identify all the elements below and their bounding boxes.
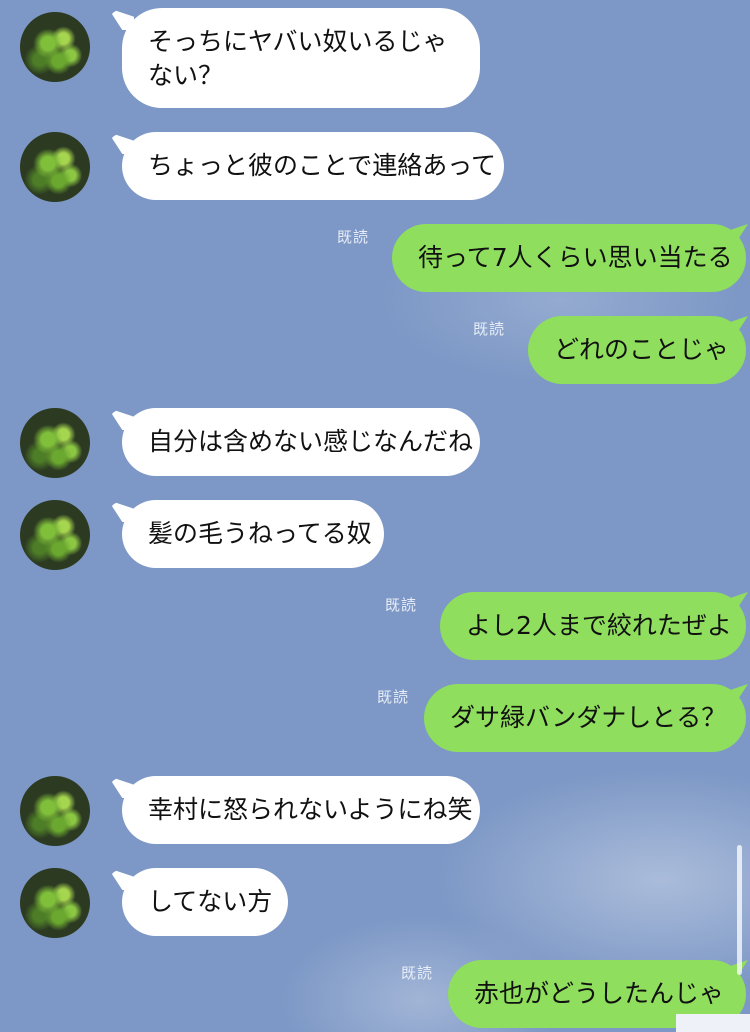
read-receipt: 既読 [377,688,410,706]
input-area-edge [676,1014,750,1032]
contact-avatar[interactable] [20,12,90,82]
message-text: 待って7人くらい思い当たる [418,243,733,272]
contact-avatar[interactable] [20,868,90,938]
read-receipt: 既読 [473,320,506,338]
message-bubble-outgoing[interactable]: よし2人まで絞れたぜよ [440,592,746,660]
message-text: 赤也がどうしたんじゃ [474,979,725,1008]
contact-avatar[interactable] [20,408,90,478]
read-receipt: 既読 [385,596,418,614]
message-bubble-incoming[interactable]: 幸村に怒られないようにね笑 [122,776,480,844]
message-bubble-outgoing[interactable]: 待って7人くらい思い当たる [392,224,746,292]
contact-avatar[interactable] [20,500,90,570]
message-bubble-outgoing[interactable]: どれのことじゃ [528,316,746,384]
read-receipt: 既読 [337,228,370,246]
scrollbar[interactable] [737,845,742,975]
message-text: 髪の毛うねってる奴 [148,519,372,548]
message-bubble-outgoing[interactable]: ダサ緑バンダナしとる？ [424,684,746,752]
chat-message-list[interactable]: そっちにヤバい奴いるじゃない？ ちょっと彼のことで連絡あって 既読 待って7人く… [0,0,750,1032]
contact-avatar[interactable] [20,132,90,202]
message-text: どれのことじゃ [554,335,730,364]
read-receipt: 既読 [401,964,434,982]
message-bubble-incoming[interactable]: そっちにヤバい奴いるじゃない？ [122,8,480,108]
message-text: 幸村に怒られないようにね笑 [148,795,473,824]
message-text: してない方 [148,887,273,916]
message-bubble-incoming[interactable]: 髪の毛うねってる奴 [122,500,384,568]
contact-avatar[interactable] [20,776,90,846]
message-text: ダサ緑バンダナしとる？ [450,703,727,732]
message-text: 自分は含めない感じなんだね [148,427,474,456]
message-bubble-incoming[interactable]: 自分は含めない感じなんだね [122,408,480,476]
message-text: よし2人まで絞れたぜよ [466,611,732,640]
message-text: ちょっと彼のことで連絡あって [148,151,497,180]
message-text: そっちにヤバい奴いるじゃない？ [148,27,448,90]
message-bubble-incoming[interactable]: してない方 [122,868,288,936]
message-bubble-incoming[interactable]: ちょっと彼のことで連絡あって [122,132,504,200]
